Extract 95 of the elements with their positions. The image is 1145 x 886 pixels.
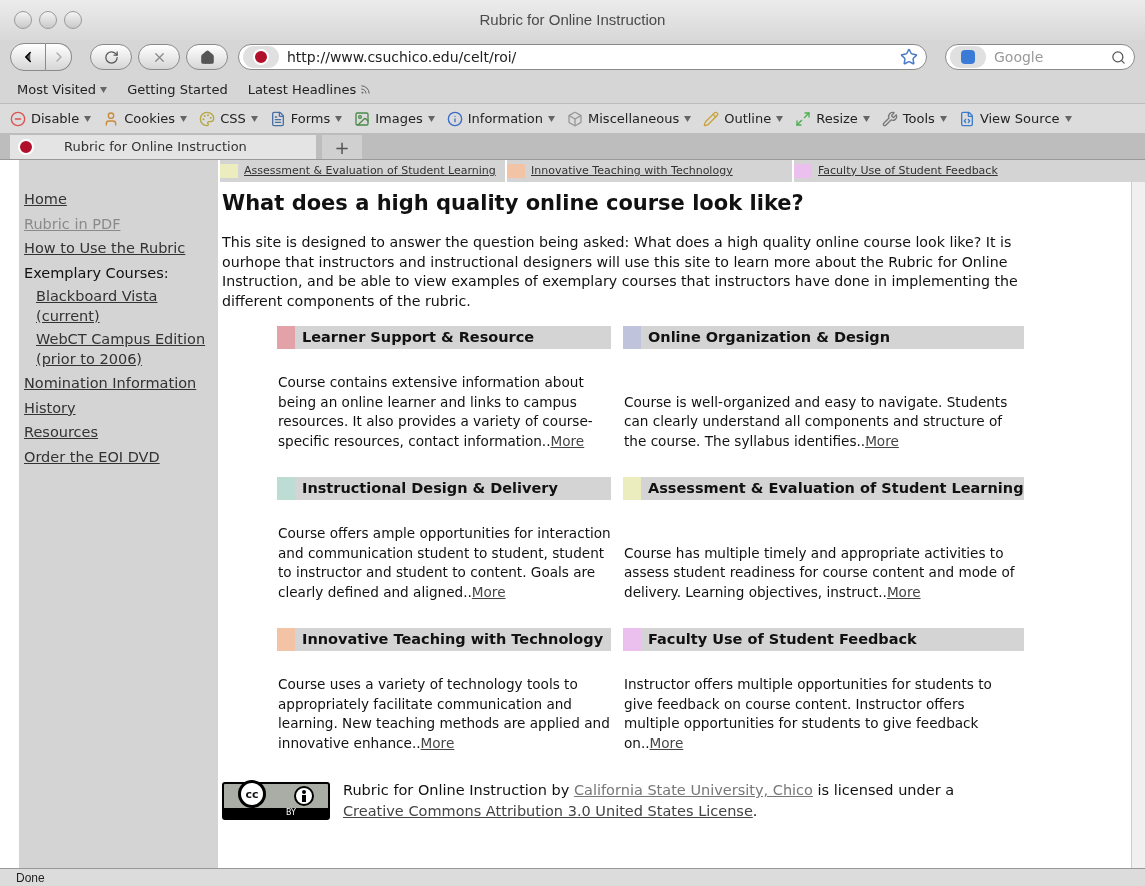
reload-button[interactable] (90, 44, 132, 70)
sidebar-heading: Exemplary Courses: (24, 263, 170, 283)
card-description: Instructor offers multiple opportunities for students to give feedback on course content. Instructor offers multiple opportunities for students to give feedback on..More (624, 675, 993, 753)
card-title: Instructional Design & Delivery (302, 478, 558, 498)
stop-button[interactable] (138, 44, 180, 70)
more-link[interactable]: More (420, 734, 455, 751)
sidebar-link[interactable]: How to Use the Rubric (24, 239, 218, 259)
card-title: Assessment & Evaluation of Student Learning (648, 478, 1024, 498)
top-link[interactable]: Assessment & Evaluation of Student Learning (244, 162, 496, 180)
caret-icon[interactable] (180, 115, 188, 122)
images-icon (354, 110, 371, 127)
toolbar-menu[interactable]: Miscellaneous (567, 108, 692, 129)
toolbar-menu[interactable]: Cookies (103, 108, 188, 129)
card-description: Course uses a variety of technology tools to appropriately facilitate communication and learning. New teaching methods are applied and innovative enhance..More (278, 675, 611, 753)
caret-icon[interactable] (250, 115, 258, 122)
new-tab-button[interactable]: + (322, 135, 362, 159)
sidebar-link[interactable]: History (24, 398, 218, 418)
disable-icon (10, 110, 26, 127)
license-link[interactable]: Creative Commons Attribution 3.0 United States License (343, 803, 753, 819)
outline-icon (703, 110, 720, 127)
home-button[interactable] (186, 44, 228, 70)
license-text: Rubric for Online Instruction by California State University, Chico is licensed under a Creative Commons Attribution 3.0 United States License. (343, 781, 956, 821)
top-link[interactable]: Faculty Use of Student Feedback (818, 162, 998, 180)
card-title: Online Organization & Design (648, 327, 891, 347)
card-description: Course offers ample opportunities for interaction and communication student to student, student to instructor and student to content. Goals are clearly defined and aligned..More (278, 524, 611, 602)
caret-icon[interactable] (939, 115, 947, 122)
bookmark-item[interactable]: Latest Headlines (247, 79, 372, 100)
toolbar-menu[interactable]: Outline (703, 108, 784, 129)
caret-icon[interactable] (1064, 115, 1072, 122)
reload-icon (103, 49, 119, 65)
toolbar-menu[interactable]: Forms (269, 108, 343, 129)
bookmark-item[interactable]: Most Visited (17, 79, 108, 100)
window-control-icon[interactable] (64, 11, 82, 29)
sidebar-link[interactable]: Nomination Information (24, 374, 218, 394)
card-description: Course contains extensive information about being an online learner and links to campus resources. It also provides a variety of course-specific resources, contact information..More (278, 373, 594, 451)
sidebar-link[interactable]: WebCT Campus Edition (prior to 2006) (36, 330, 218, 369)
more-link[interactable]: More (886, 583, 921, 600)
search-engine-icon[interactable] (950, 46, 986, 68)
caret-icon[interactable] (84, 115, 92, 122)
caret-icon[interactable] (684, 115, 692, 122)
intro-paragraph: This site is designed to answer the question being asked: What does a high quality online course look like? It is ourhope that instructors and instructional designers will use this site to learn more about the Rubric for Online Instruction, and be able to view examples of exemplary courses that instructors have done in implementing the different components of the rubric. (222, 233, 1019, 311)
top-link[interactable]: Innovative Teaching with Technology (531, 162, 733, 180)
window-control-icon[interactable] (39, 11, 57, 29)
page-heading: What does a high quality online course look like? (222, 190, 805, 216)
search-input[interactable]: Google (994, 46, 1103, 68)
card-description: Course is well-organized and easy to navigate. Students can clearly understand all components and structure of the course. The syllabus identifies..More (624, 392, 1009, 451)
toolbar-menu[interactable]: Disable (10, 108, 92, 129)
sidebar-link[interactable]: Blackboard Vista (current) (36, 287, 218, 326)
card-title: Innovative Teaching with Technology (302, 629, 604, 649)
resize-icon (795, 110, 812, 127)
browser-tab[interactable]: Rubric for Online Instruction (10, 135, 316, 159)
css-icon (199, 110, 216, 127)
info-icon (446, 110, 463, 127)
search-field[interactable]: Google (945, 44, 1135, 70)
caret-icon[interactable] (335, 115, 343, 122)
site-logo-icon (243, 46, 279, 68)
toolbar-menu[interactable]: Information (446, 108, 556, 129)
author-link[interactable]: California State University, Chico (573, 782, 813, 798)
sidebar-link[interactable]: Resources (24, 423, 218, 443)
window-title: Rubric for Online Instruction (479, 9, 666, 30)
caret-icon[interactable] (548, 115, 556, 122)
window-control-icon[interactable] (14, 11, 32, 29)
more-link[interactable]: More (471, 583, 506, 600)
toolbar-menu[interactable]: CSS (199, 108, 258, 129)
bookmark-item[interactable]: Getting Started (127, 79, 228, 100)
more-link[interactable]: More (865, 432, 899, 449)
caret-icon[interactable] (427, 115, 435, 122)
toolbar-menu[interactable]: Tools (881, 108, 947, 129)
misc-icon (567, 110, 584, 127)
caret-icon[interactable] (776, 115, 784, 122)
more-link[interactable]: More (550, 432, 585, 449)
sidebar-link[interactable]: Order the EOI DVD (24, 447, 218, 467)
badge-label: BY (224, 808, 328, 818)
url-text: http://www.csuchico.edu/celt/roi/ (287, 47, 518, 67)
address-field[interactable]: http://www.csuchico.edu/celt/roi/ (238, 44, 927, 70)
source-icon (958, 110, 975, 127)
toolbar-menu[interactable]: Resize (795, 108, 870, 129)
bookmark-star-icon[interactable] (900, 48, 918, 66)
back-button[interactable] (10, 43, 46, 71)
cc-logo: cc (238, 780, 266, 808)
toolbar-menu[interactable]: Images (354, 108, 435, 129)
toolbar-menu[interactable]: View Source (958, 108, 1072, 129)
search-icon[interactable] (1111, 49, 1126, 65)
tools-icon (881, 110, 898, 127)
card-title: Faculty Use of Student Feedback (648, 629, 917, 649)
more-link[interactable]: More (649, 734, 684, 751)
card-title: Learner Support & Resource (302, 327, 535, 347)
house-icon (199, 49, 215, 65)
caret-icon[interactable] (100, 86, 108, 93)
card-description: Course has multiple timely and appropriate activities to assess student readiness for course content and mode of delivery. Learning objectives, instruct..More (624, 543, 1016, 602)
sidebar-link[interactable]: Home (24, 190, 218, 210)
status-text: Done (16, 869, 45, 886)
caret-icon[interactable] (862, 115, 870, 122)
rss-icon (360, 84, 372, 95)
forms-icon (269, 110, 286, 127)
